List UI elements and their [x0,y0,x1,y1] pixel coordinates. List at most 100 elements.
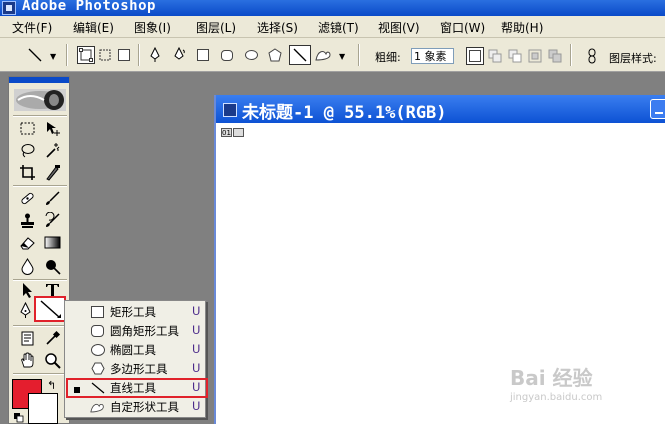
watermark-main: Bai 经验 [510,366,593,390]
eyedropper-tool-icon[interactable] [41,327,63,349]
magic-wand-tool-icon[interactable] [41,139,63,161]
ellipse-tool-icon[interactable] [242,46,260,64]
document-title: 未标题-1 @ 55.1%(RGB) [242,103,447,123]
rounded-rectangle-tool-icon[interactable] [218,46,236,64]
brush-tool-icon[interactable] [41,187,63,209]
flyout-item-label: 自定形状工具 [110,400,179,414]
ellipse-icon [90,343,105,356]
document-icon [223,103,237,117]
square-icon [118,49,130,61]
blur-tool-icon[interactable] [16,255,38,277]
crop-tool-icon[interactable] [16,161,38,183]
rectangle-icon [90,305,105,318]
weight-input[interactable] [411,48,454,64]
menu-image[interactable]: 图象(I) [134,19,171,36]
exclude-shape-area-button[interactable] [546,47,564,65]
menu-edit[interactable]: 编辑(E) [73,19,114,36]
shape-dropdown-icon[interactable]: ▼ [339,52,345,70]
flyout-item-ellipse[interactable]: 椭圆工具 U [65,340,205,359]
gradient-tool-icon[interactable] [41,231,63,253]
hand-tool-icon[interactable] [16,349,38,371]
line-icon [40,300,61,318]
flyout-item-label: 椭圆工具 [110,343,156,357]
shape-layers-mode-button[interactable] [77,46,95,64]
weight-label: 粗细: [375,51,401,64]
link-layer-style-icon[interactable] [583,47,601,65]
slice-tool-icon[interactable] [41,161,63,183]
swap-colors-icon[interactable]: ↰ [47,379,56,392]
add-shape-area-button[interactable] [486,47,504,65]
clone-stamp-tool-icon[interactable] [16,209,38,231]
menu-window[interactable]: 窗口(W) [440,19,485,36]
fill-pixels-mode-button[interactable] [115,46,133,64]
healing-brush-tool-icon[interactable] [16,187,38,209]
separator [138,44,140,66]
tool-preset-line-icon[interactable] [26,46,44,64]
layer-style-label: 图层样式: [609,52,657,65]
flyout-item-polygon[interactable]: 多边形工具 U [65,359,205,378]
line-tool-button[interactable] [34,296,66,322]
zoom-tool-icon[interactable] [41,349,63,371]
ellipse-shape-icon [244,50,258,60]
intersect-shape-area-button[interactable] [526,47,544,65]
lasso-tool-icon[interactable] [16,139,38,161]
pen-tool-icon[interactable] [14,299,36,321]
baidu-watermark: Bai 经验 jingyan.baidu.com [510,362,660,412]
minimize-button[interactable] [650,99,665,119]
flyout-item-shortcut: U [192,361,201,375]
ruler-icon[interactable] [233,128,244,137]
watermark-sub: jingyan.baidu.com [510,392,603,403]
custom-shape-tool-icon[interactable] [314,46,332,64]
flyout-item-label: 圆角矩形工具 [110,324,179,338]
separator [66,44,68,66]
rounded-rectangle-shape-icon [221,49,233,61]
ruler-origin-label: 01 [221,128,232,137]
menu-select[interactable]: 选择(S) [257,19,298,36]
separator [13,373,67,375]
move-tool-icon[interactable] [41,117,63,139]
separator [570,44,572,66]
menu-view[interactable]: 视图(V) [378,19,420,36]
rectangle-tool-icon[interactable] [194,46,212,64]
menu-layer[interactable]: 图层(L) [196,19,236,36]
toolbox [8,76,70,424]
marquee-tool-icon[interactable] [16,117,38,139]
subtract-shape-area-button[interactable] [506,47,524,65]
rectangle-shape-icon [197,49,209,61]
flyout-item-custom-shape[interactable]: 自定形状工具 U [65,397,205,416]
flyout-item-shortcut: U [192,304,201,318]
new-shape-area-button[interactable] [466,47,484,65]
line-tool-highlight [66,378,208,398]
menu-help[interactable]: 帮助(H) [501,19,543,36]
flyout-item-shortcut: U [192,323,201,337]
shape-tools-flyout: 矩形工具 U 圆角矩形工具 U 椭圆工具 U 多边形工具 U 直线工具 U 自定… [64,300,206,418]
photoshop-eye-logo [14,89,66,111]
flyout-item-rounded-rectangle[interactable]: 圆角矩形工具 U [65,321,205,340]
eraser-tool-icon[interactable] [16,231,38,253]
custom-shape-icon [90,400,105,413]
menu-file[interactable]: 文件(F) [12,19,52,36]
history-brush-tool-icon[interactable] [41,209,63,231]
flyout-item-shortcut: U [192,399,201,413]
toolbox-header[interactable] [9,77,69,83]
line-tool-icon[interactable] [289,45,311,65]
menu-bar: 文件(F) 编辑(E) 图象(I) 图层(L) 选择(S) 滤镜(T) 视图(V… [0,16,665,38]
default-colors-icon[interactable] [14,412,24,423]
menu-filter[interactable]: 滤镜(T) [318,19,359,36]
separator [358,44,360,66]
paths-mode-button[interactable] [96,46,114,64]
app-title: Adobe Photoshop [22,0,156,14]
freeform-pen-tool-icon[interactable] [170,46,188,64]
notes-tool-icon[interactable] [16,327,38,349]
background-color-swatch[interactable] [28,393,58,424]
square-icon [469,50,481,62]
rounded-rectangle-icon [90,324,105,337]
dodge-tool-icon[interactable] [41,255,63,277]
flyout-item-rectangle[interactable]: 矩形工具 U [65,302,205,321]
tool-preset-dropdown-icon[interactable]: ▼ [50,52,56,70]
polygon-tool-icon[interactable] [266,46,284,64]
document-titlebar[interactable]: 未标题-1 @ 55.1%(RGB) [216,95,665,123]
flyout-item-label: 矩形工具 [110,305,156,319]
flyout-item-shortcut: U [192,342,201,356]
pen-tool-icon[interactable] [146,46,164,64]
